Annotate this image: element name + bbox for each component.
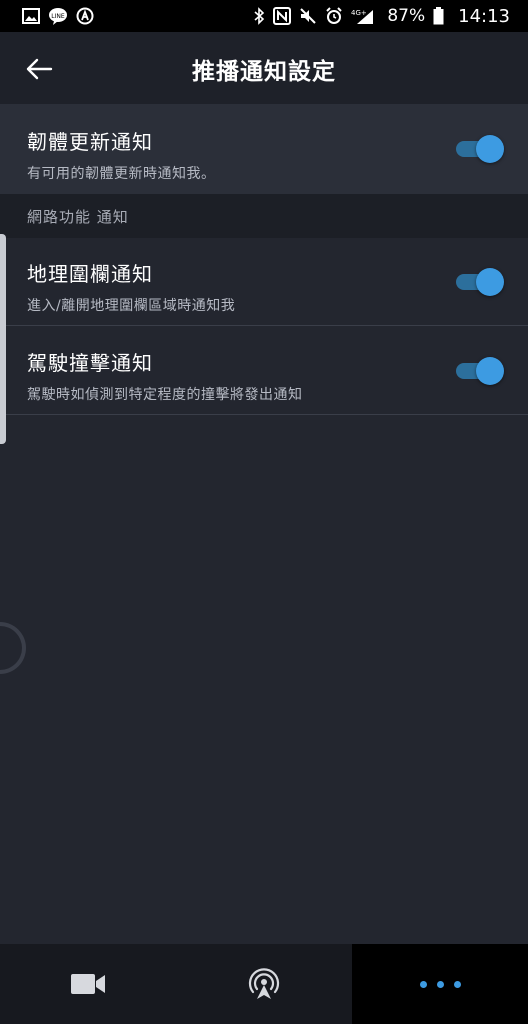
- status-bar: LINE 4G+ 87% 14:13: [0, 0, 528, 32]
- mute-icon: [299, 7, 317, 25]
- crash-notification-subtitle: 駕駛時如偵測到特定程度的撞擊將發出通知: [27, 387, 303, 403]
- geofence-notification-subtitle: 進入/離開地理圍欄區域時通知我: [27, 298, 236, 314]
- line-icon: LINE: [48, 7, 68, 25]
- network-icon: 4G+: [351, 7, 377, 25]
- broadcast-icon: [248, 968, 280, 999]
- toggle-knob: [476, 356, 504, 385]
- crash-notification-row[interactable]: 駕駛撞擊通知 駕駛時如偵測到特定程度的撞擊將發出通知: [0, 327, 528, 415]
- status-time: 14:13: [458, 5, 510, 27]
- battery-icon: [433, 7, 444, 25]
- app-header: 推播通知設定: [0, 32, 528, 104]
- crash-notification-toggle[interactable]: [456, 356, 504, 385]
- toggle-knob: [476, 135, 504, 163]
- battery-percent: 87%: [387, 6, 426, 26]
- status-right-icons: 4G+ 87% 14:13: [253, 6, 510, 27]
- gallery-icon: [22, 7, 40, 25]
- a-icon: [76, 7, 94, 25]
- status-left-icons: LINE: [22, 7, 94, 25]
- video-camera-icon: [71, 974, 105, 994]
- firmware-notification-row[interactable]: 韌體更新通知 有可用的韌體更新時通知我。: [0, 104, 528, 194]
- section-header-network: 網路功能 通知: [0, 194, 528, 238]
- geofence-notification-row[interactable]: 地理圍欄通知 進入/離開地理圍欄區域時通知我: [0, 238, 528, 326]
- toggle-knob: [476, 267, 504, 296]
- geofence-notification-title: 地理圍欄通知: [27, 262, 153, 286]
- nav-more-button[interactable]: [352, 944, 528, 1024]
- edge-panel-handle[interactable]: [0, 234, 6, 444]
- crash-notification-title: 駕駛撞擊通知: [27, 351, 153, 375]
- bluetooth-icon: [253, 7, 265, 25]
- firmware-notification-title: 韌體更新通知: [27, 130, 153, 154]
- nav-video-button[interactable]: [0, 944, 176, 1024]
- firmware-notification-subtitle: 有可用的韌體更新時通知我。: [27, 166, 216, 182]
- nav-broadcast-button[interactable]: [176, 944, 352, 1024]
- nfc-icon: [273, 7, 292, 25]
- page-title: 推播通知設定: [192, 59, 336, 85]
- loading-spinner-icon: [0, 622, 26, 674]
- geofence-notification-toggle[interactable]: [456, 267, 504, 296]
- alarm-icon: [325, 7, 343, 25]
- bottom-navigation: [0, 944, 528, 1024]
- more-dots-icon: [419, 980, 461, 988]
- network-type-label: 4G+: [351, 9, 367, 17]
- firmware-notification-toggle[interactable]: [456, 135, 504, 163]
- svg-text:LINE: LINE: [51, 13, 65, 20]
